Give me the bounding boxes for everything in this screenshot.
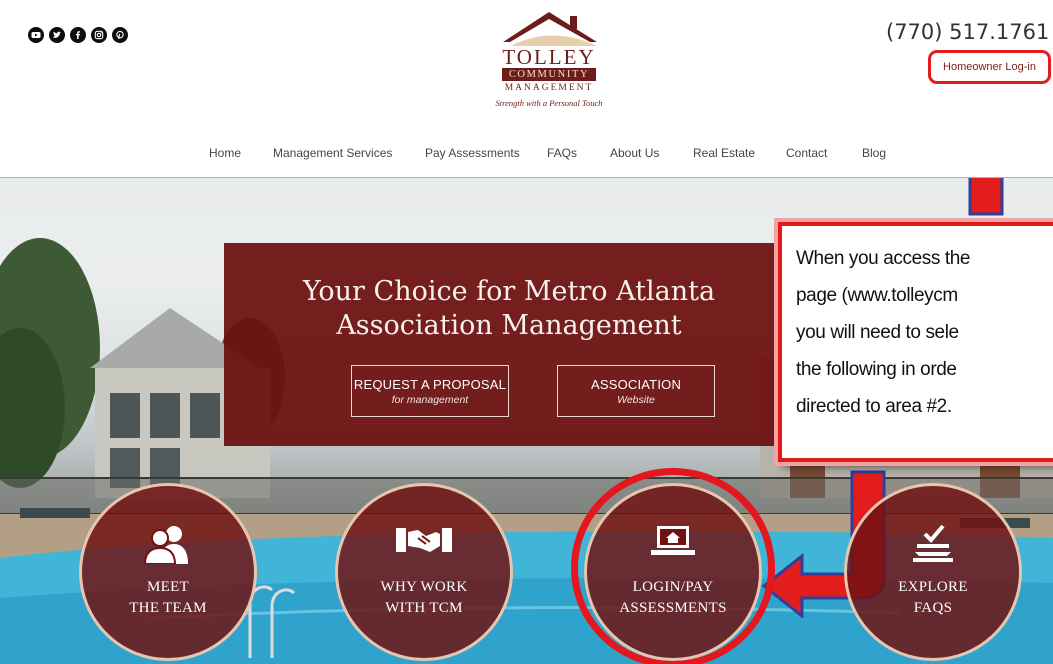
association-website-sub: Website <box>617 393 655 406</box>
homeowner-login-highlight: Homeowner Log-in <box>928 50 1051 84</box>
association-website-label: ASSOCIATION <box>590 376 682 392</box>
logo-tagline: Strength with a Personal Touch <box>495 98 603 108</box>
youtube-icon[interactable] <box>28 27 44 43</box>
up-arrow-annotation <box>968 178 1004 216</box>
nav-contact[interactable]: Contact <box>786 146 827 160</box>
handshake-icon <box>396 528 452 552</box>
instagram-icon[interactable] <box>91 27 107 43</box>
hero-headline-line2: Association Management <box>336 310 682 341</box>
facebook-icon[interactable] <box>70 27 86 43</box>
logo-sub: MANAGEMENT <box>504 83 594 93</box>
nav-management-services[interactable]: Management Services <box>273 146 392 160</box>
nav-about-us[interactable]: About Us <box>610 146 659 160</box>
nav-faqs[interactable]: FAQs <box>547 146 577 160</box>
circle-label-line1: MEET <box>146 579 190 595</box>
nav-blog[interactable]: Blog <box>862 146 886 160</box>
explore-faqs-circle[interactable]: EXPLORE FAQS <box>844 483 1022 661</box>
callout-line: When you access the <box>796 248 971 269</box>
team-icon <box>143 526 188 564</box>
logo-name: TOLLEY <box>502 45 596 69</box>
tolley-logo[interactable]: TOLLEY COMMUNITY MANAGEMENT Strength wit… <box>490 8 620 140</box>
roof-icon <box>503 12 597 46</box>
callout-line: directed to area #2. <box>796 396 952 417</box>
instruction-callout: When you access the page (www.tolleycm y… <box>778 222 1053 462</box>
social-links <box>28 27 128 43</box>
hero-banner: Your Choice for Metro Atlanta Associatio… <box>224 243 794 446</box>
circle-label-line2: WITH TCM <box>385 600 463 616</box>
callout-line: page (www.tolleycm <box>796 285 958 306</box>
request-proposal-label: REQUEST A PROPOSAL <box>353 376 507 392</box>
nav-home[interactable]: Home <box>209 146 241 160</box>
callout-line: the following in orde <box>796 359 957 380</box>
twitter-icon[interactable] <box>49 27 65 43</box>
logo-band: COMMUNITY <box>502 68 596 81</box>
circle-label-line1: WHY WORK <box>380 579 468 595</box>
why-work-with-tcm-circle[interactable]: WHY WORK WITH TCM <box>335 483 513 661</box>
login-highlight-ring <box>571 468 775 664</box>
meet-the-team-circle[interactable]: MEET THE TEAM <box>79 483 257 661</box>
phone-number[interactable]: (770) 517.1761 <box>886 20 1049 44</box>
request-proposal-sub: for management <box>391 393 469 406</box>
request-proposal-button[interactable]: REQUEST A PROPOSAL for management <box>351 365 509 417</box>
circle-label-line2: FAQS <box>913 600 953 616</box>
callout-line: you will need to sele <box>796 322 959 343</box>
association-website-button[interactable]: ASSOCIATION Website <box>557 365 715 417</box>
homeowner-login-link[interactable]: Homeowner Log-in <box>943 61 1036 73</box>
circle-label-line1: EXPLORE <box>898 579 968 595</box>
pinterest-icon[interactable] <box>112 27 128 43</box>
main-nav: Home Management Services Pay Assessments… <box>0 146 1053 160</box>
nav-real-estate[interactable]: Real Estate <box>693 146 755 160</box>
checklist-icon <box>913 524 953 562</box>
circle-label-line2: THE TEAM <box>129 600 207 616</box>
site-header: TOLLEY COMMUNITY MANAGEMENT Strength wit… <box>0 0 1053 178</box>
nav-pay-assessments[interactable]: Pay Assessments <box>425 146 520 160</box>
hero-headline-line1: Your Choice for Metro Atlanta <box>302 276 716 307</box>
